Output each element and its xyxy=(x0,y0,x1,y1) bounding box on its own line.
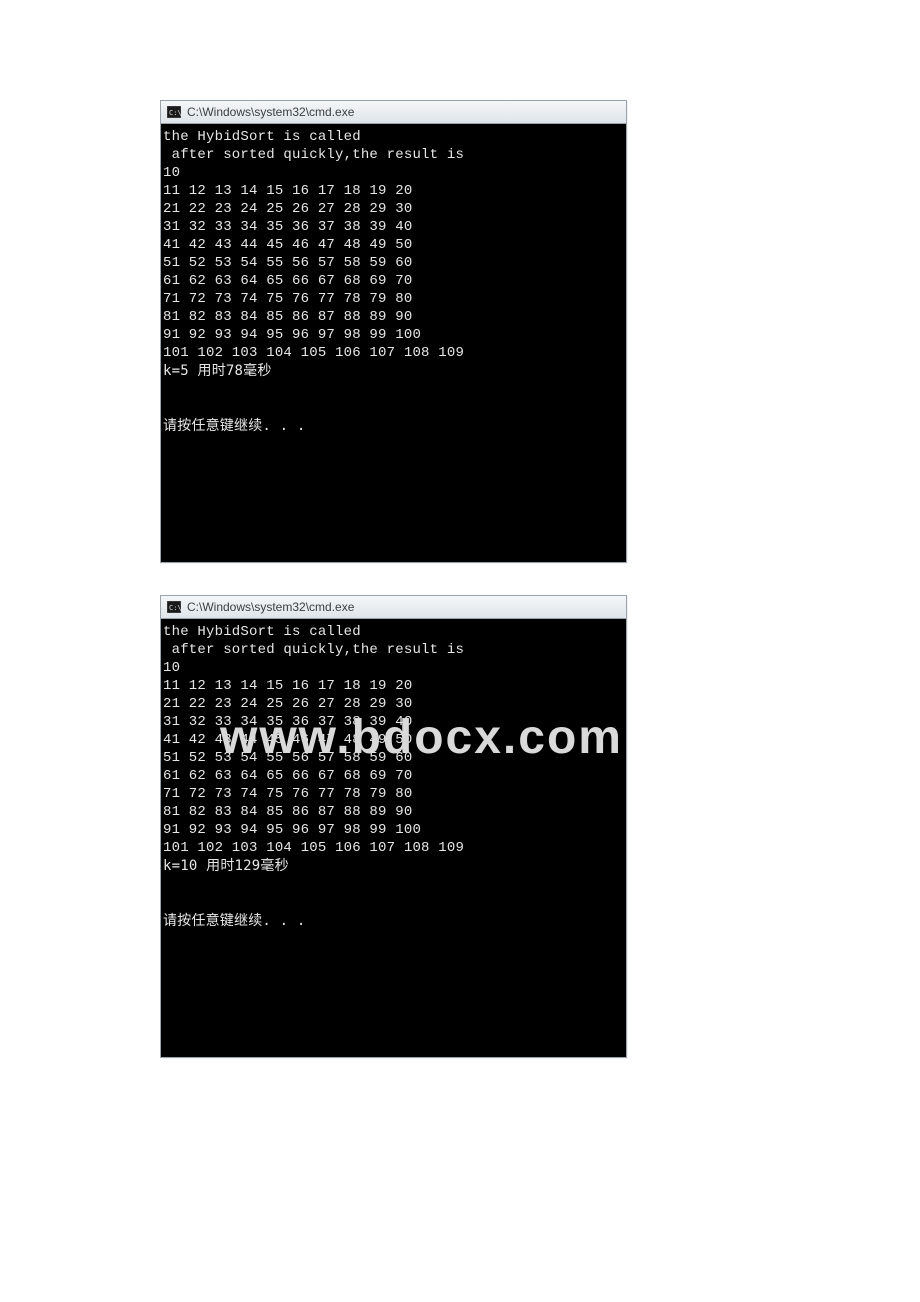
page: www.bdocx.com C:\ C:\Windows\system32\cm… xyxy=(0,0,920,1302)
terminal-output-1: the HybidSort is called after sorted qui… xyxy=(161,124,626,562)
output-line: after sorted quickly,the result is xyxy=(163,642,464,658)
output-line: 10 xyxy=(163,660,180,676)
output-line: 31 32 33 34 35 36 37 38 39 40 xyxy=(163,714,412,730)
output-line: 61 62 63 64 65 66 67 68 69 70 xyxy=(163,273,412,289)
output-line: 11 12 13 14 15 16 17 18 19 20 xyxy=(163,678,412,694)
output-line-timing: k=5 用时78毫秒 xyxy=(163,363,272,379)
terminal-output-2: the HybidSort is called after sorted qui… xyxy=(161,619,626,1057)
output-line: 101 102 103 104 105 106 107 108 109 xyxy=(163,840,464,856)
output-line: 71 72 73 74 75 76 77 78 79 80 xyxy=(163,786,412,802)
titlebar[interactable]: C:\ C:\Windows\system32\cmd.exe xyxy=(161,596,626,619)
cmd-icon: C:\ xyxy=(167,601,181,613)
cmd-window-1: C:\ C:\Windows\system32\cmd.exe the Hybi… xyxy=(160,100,627,563)
output-line: 91 92 93 94 95 96 97 98 99 100 xyxy=(163,327,421,343)
output-line: 61 62 63 64 65 66 67 68 69 70 xyxy=(163,768,412,784)
output-line: 91 92 93 94 95 96 97 98 99 100 xyxy=(163,822,421,838)
output-line: 11 12 13 14 15 16 17 18 19 20 xyxy=(163,183,412,199)
svg-text:C:\: C:\ xyxy=(169,604,181,612)
output-line: 21 22 23 24 25 26 27 28 29 30 xyxy=(163,696,412,712)
svg-text:C:\: C:\ xyxy=(169,109,181,117)
output-line: 101 102 103 104 105 106 107 108 109 xyxy=(163,345,464,361)
output-line: the HybidSort is called xyxy=(163,624,361,640)
output-line: 10 xyxy=(163,165,180,181)
output-line-prompt: 请按任意键继续. . . xyxy=(163,418,306,434)
output-line: 81 82 83 84 85 86 87 88 89 90 xyxy=(163,804,412,820)
cmd-icon: C:\ xyxy=(167,106,181,118)
output-line: the HybidSort is called xyxy=(163,129,361,145)
window-title: C:\Windows\system32\cmd.exe xyxy=(187,105,354,119)
output-line: 31 32 33 34 35 36 37 38 39 40 xyxy=(163,219,412,235)
output-line: 41 42 43 44 45 46 47 48 49 50 xyxy=(163,237,412,253)
output-line-prompt: 请按任意键继续. . . xyxy=(163,913,306,929)
window-title: C:\Windows\system32\cmd.exe xyxy=(187,600,354,614)
titlebar[interactable]: C:\ C:\Windows\system32\cmd.exe xyxy=(161,101,626,124)
output-line: 51 52 53 54 55 56 57 58 59 60 xyxy=(163,750,412,766)
cmd-window-2: C:\ C:\Windows\system32\cmd.exe the Hybi… xyxy=(160,595,627,1058)
output-line: 71 72 73 74 75 76 77 78 79 80 xyxy=(163,291,412,307)
output-line-timing: k=10 用时129毫秒 xyxy=(163,858,289,874)
output-line: after sorted quickly,the result is xyxy=(163,147,464,163)
output-line: 81 82 83 84 85 86 87 88 89 90 xyxy=(163,309,412,325)
output-line: 21 22 23 24 25 26 27 28 29 30 xyxy=(163,201,412,217)
output-line: 41 42 43 44 45 46 47 48 49 50 xyxy=(163,732,412,748)
output-line: 51 52 53 54 55 56 57 58 59 60 xyxy=(163,255,412,271)
